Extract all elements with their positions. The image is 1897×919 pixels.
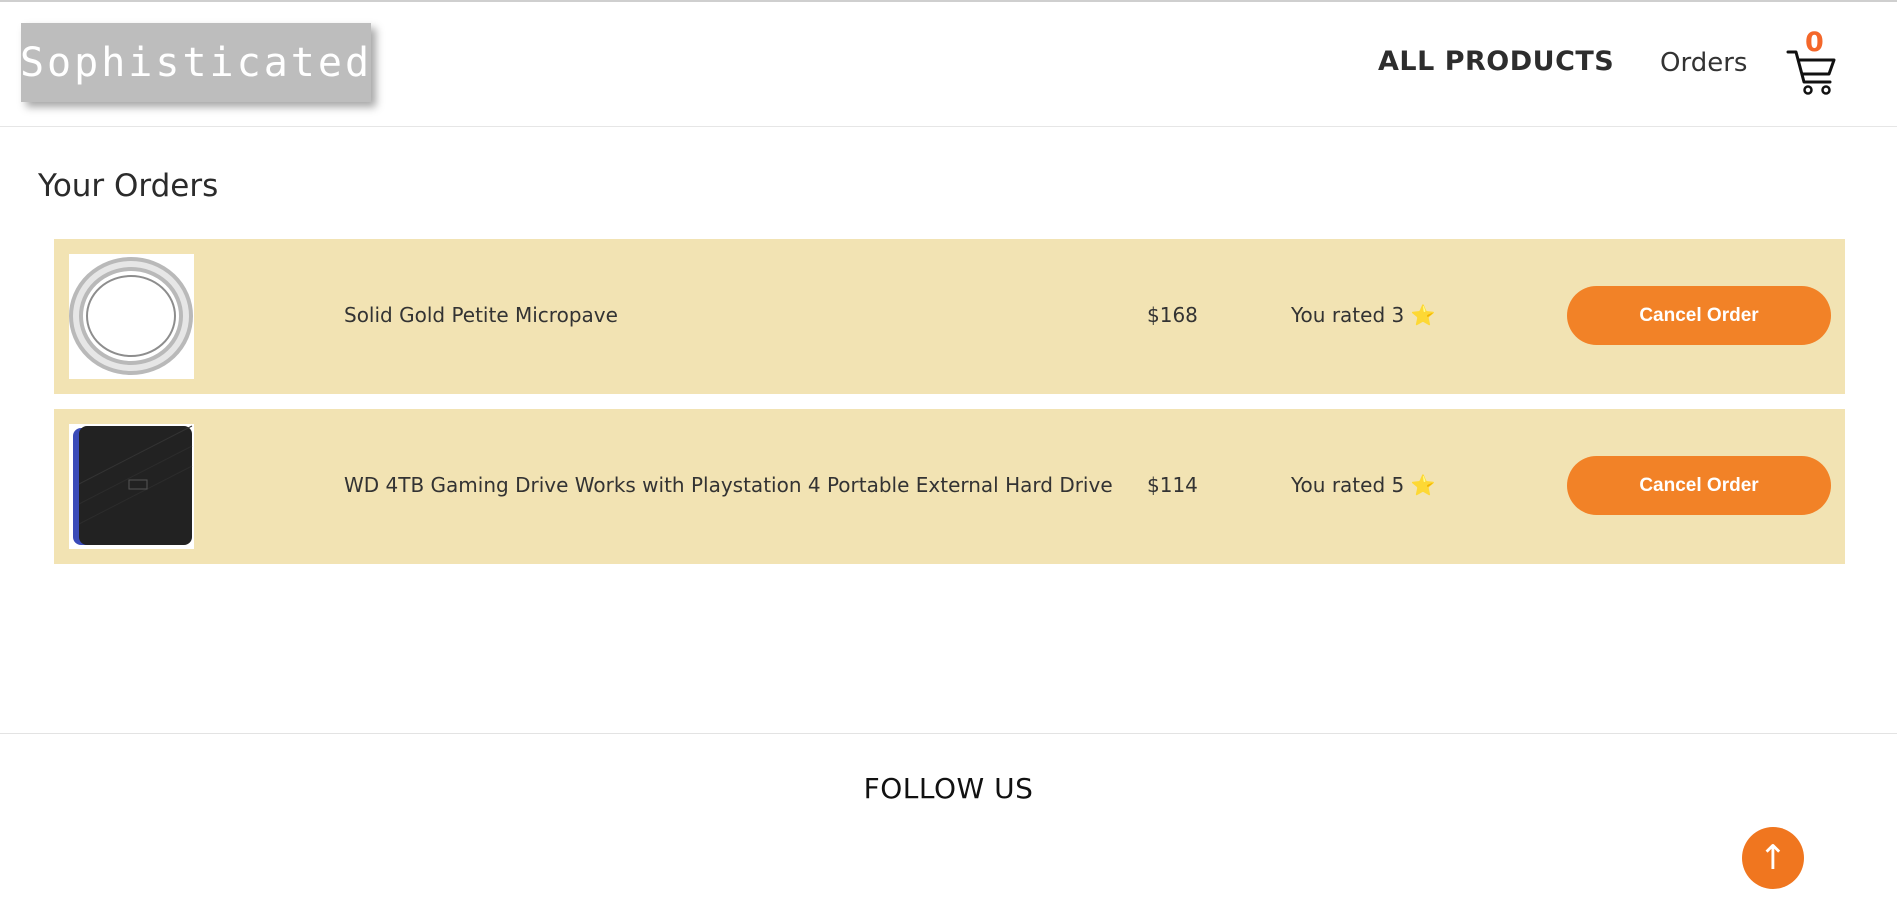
cart-icon[interactable]: [1786, 42, 1836, 96]
order-row: WD 4TB Gaming Drive Works with Playstati…: [54, 409, 1845, 564]
hard-drive-image: [69, 424, 194, 549]
rating-text: You rated 3: [1291, 303, 1405, 327]
rating-text: You rated 5: [1291, 473, 1405, 497]
order-product-name[interactable]: Solid Gold Petite Micropave: [344, 303, 618, 327]
scroll-to-top-button[interactable]: ↑: [1742, 827, 1804, 889]
order-price: $168: [1147, 303, 1198, 327]
site-logo[interactable]: Sophisticated: [20, 23, 371, 102]
order-rating: You rated 3 ⭐: [1291, 303, 1436, 327]
ring-image: [69, 254, 194, 379]
order-rating: You rated 5 ⭐: [1291, 473, 1436, 497]
star-icon: ⭐: [1410, 303, 1436, 327]
nav-orders[interactable]: Orders: [1660, 48, 1747, 78]
order-product-name[interactable]: WD 4TB Gaming Drive Works with Playstati…: [344, 473, 1113, 497]
cancel-order-button[interactable]: Cancel Order: [1567, 286, 1831, 345]
site-header: Sophisticated ALL PRODUCTS Orders 0: [0, 2, 1897, 127]
order-row: Solid Gold Petite Micropave $168 You rat…: [54, 239, 1845, 394]
site-footer: FOLLOW US: [0, 733, 1897, 919]
follow-us-heading: FOLLOW US: [863, 772, 1034, 805]
order-price: $114: [1147, 473, 1198, 497]
cancel-order-button[interactable]: Cancel Order: [1567, 456, 1831, 515]
page-title: Your Orders: [38, 168, 219, 204]
nav-all-products[interactable]: ALL PRODUCTS: [1378, 46, 1614, 77]
star-icon: ⭐: [1410, 473, 1436, 497]
